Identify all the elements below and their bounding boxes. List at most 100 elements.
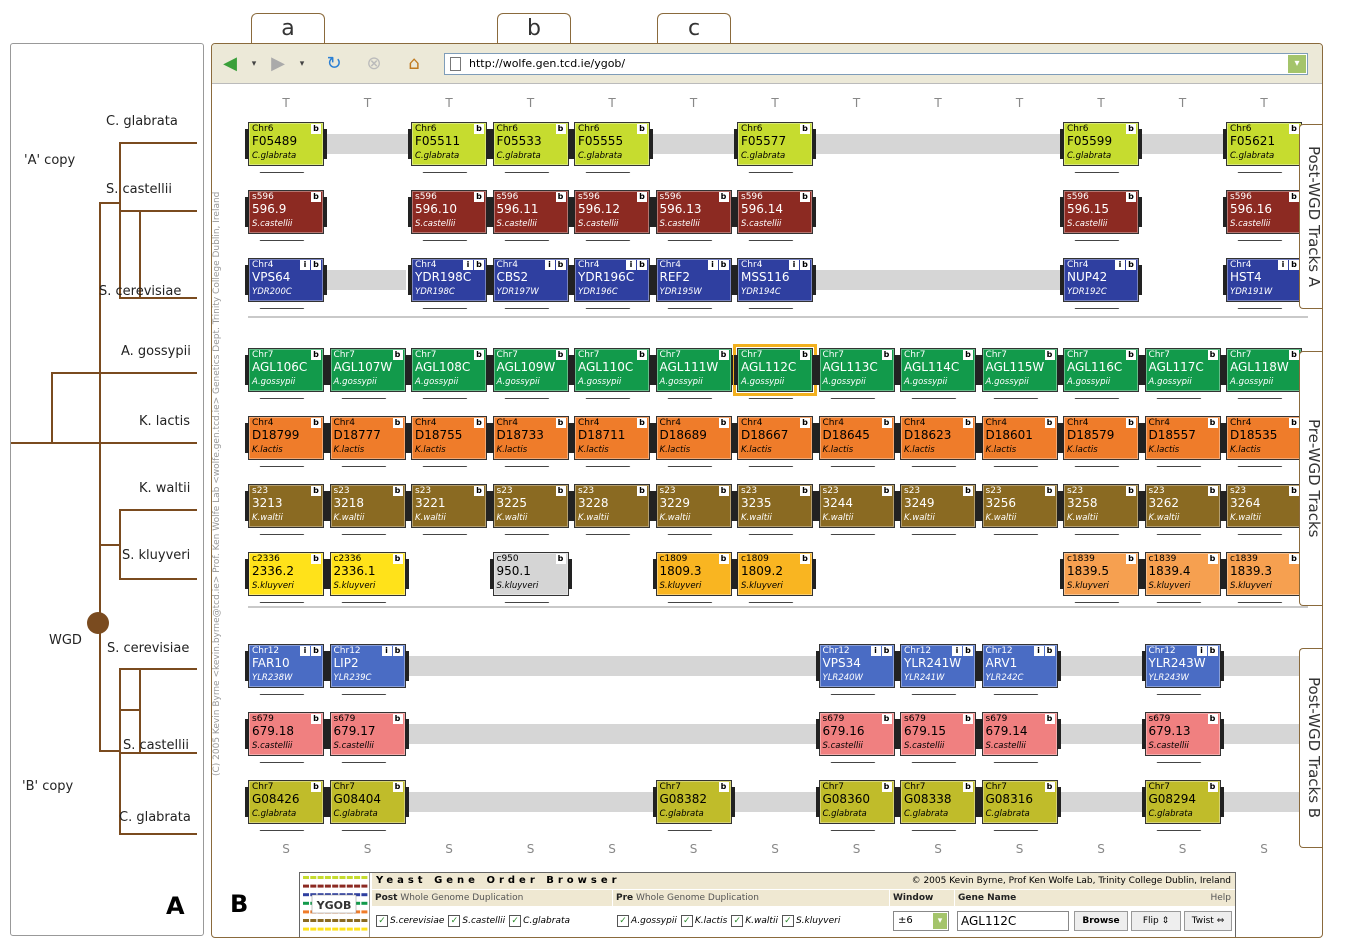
gene-b-badge[interactable]: b bbox=[1044, 646, 1055, 656]
stop-icon[interactable]: ⊗ bbox=[362, 52, 386, 76]
gene-box[interactable]: Chr6 F05533 C.glabrata b bbox=[489, 122, 572, 166]
gene-box[interactable]: c1839 1839.5 S.kluyveri b bbox=[1060, 552, 1142, 596]
address-bar[interactable]: http://wolfe.gen.tcd.ie/ygob/ ▾ bbox=[444, 53, 1308, 75]
gene-box[interactable]: s679 679.13 S.castellii b bbox=[1141, 712, 1224, 756]
gene-i-badge[interactable]: i bbox=[1033, 646, 1044, 656]
gene-box[interactable]: Chr4 D18557 K.lactis b bbox=[1141, 416, 1224, 460]
gene-b-badge[interactable]: b bbox=[311, 124, 321, 134]
gene-b-badge[interactable]: b bbox=[637, 486, 647, 496]
gene-box[interactable]: s596 596.11 S.castellii b bbox=[489, 190, 572, 234]
gene-box[interactable]: Chr7 AGL110C A.gossypii b bbox=[571, 348, 653, 392]
gene-b-badge[interactable]: b bbox=[1126, 350, 1136, 360]
gene-b-badge[interactable]: b bbox=[800, 350, 810, 360]
gene-i-badge[interactable]: i bbox=[870, 646, 881, 656]
gene-b-badge[interactable]: b bbox=[392, 714, 403, 724]
gene-b-badge[interactable]: b bbox=[474, 350, 484, 360]
gene-b-badge[interactable]: b bbox=[637, 260, 647, 270]
gene-b-badge[interactable]: b bbox=[474, 260, 484, 270]
gene-b-badge[interactable]: b bbox=[718, 350, 729, 360]
gene-box[interactable]: s23 3228 K.waltii b bbox=[571, 484, 653, 528]
gene-box[interactable]: Chr4 D18601 K.lactis b bbox=[978, 416, 1061, 460]
gene-b-badge[interactable]: b bbox=[1289, 124, 1299, 134]
gene-box[interactable]: s23 3235 K.waltii b bbox=[734, 484, 816, 528]
gene-i-badge[interactable]: i bbox=[789, 260, 799, 270]
gene-box[interactable]: s23 3264 K.waltii b bbox=[1223, 484, 1305, 528]
gene-box[interactable]: Chr4 D18579 K.lactis b bbox=[1060, 416, 1142, 460]
gene-b-badge[interactable]: b bbox=[1207, 486, 1218, 496]
gene-b-badge[interactable]: b bbox=[555, 418, 566, 428]
gene-b-badge[interactable]: b bbox=[1044, 486, 1055, 496]
gene-box[interactable]: s596 596.13 S.castellii b bbox=[652, 190, 735, 234]
gene-box[interactable]: Chr7 AGL114C A.gossypii b bbox=[897, 348, 979, 392]
gene-box[interactable]: s23 3218 K.waltii b bbox=[326, 484, 409, 528]
gene-b-badge[interactable]: b bbox=[392, 350, 403, 360]
gene-box[interactable]: s23 3221 K.waltii b bbox=[408, 484, 490, 528]
gene-b-badge[interactable]: b bbox=[1044, 782, 1055, 792]
gene-box[interactable]: Chr7 AGL109W A.gossypii b bbox=[489, 348, 572, 392]
gene-b-badge[interactable]: b bbox=[963, 350, 973, 360]
species-checkbox[interactable]: ✓ A.gossypii bbox=[613, 914, 677, 927]
gene-b-badge[interactable]: b bbox=[1126, 554, 1136, 564]
gene-box[interactable]: Chr12 VPS34 YLR240W b i bbox=[815, 644, 898, 688]
gene-b-badge[interactable]: b bbox=[1044, 418, 1055, 428]
gene-i-badge[interactable]: i bbox=[300, 646, 310, 656]
gene-box[interactable]: Chr12 ARV1 YLR242C b i bbox=[978, 644, 1061, 688]
gene-box[interactable]: Chr12 LIP2 YLR239C b i bbox=[326, 644, 409, 688]
gene-b-badge[interactable]: b bbox=[800, 260, 810, 270]
browse-button[interactable]: Browse bbox=[1074, 911, 1128, 931]
gene-b-badge[interactable]: b bbox=[1207, 714, 1218, 724]
species-checkbox[interactable]: ✓ K.lactis bbox=[677, 914, 727, 927]
gene-box[interactable]: s23 3244 K.waltii b bbox=[815, 484, 898, 528]
gene-b-badge[interactable]: b bbox=[311, 554, 321, 564]
gene-box[interactable]: Chr7 AGL106C A.gossypii b bbox=[245, 348, 327, 392]
gene-name-input[interactable]: AGL112C bbox=[957, 911, 1069, 931]
gene-box[interactable]: c2336 2336.2 S.kluyveri b bbox=[245, 552, 327, 596]
gene-box[interactable]: Chr7 AGL108C A.gossypii b bbox=[408, 348, 490, 392]
gene-box[interactable]: s23 3229 K.waltii b bbox=[652, 484, 735, 528]
gene-box[interactable]: Chr6 F05555 C.glabrata b bbox=[571, 122, 653, 166]
gene-b-badge[interactable]: b bbox=[474, 192, 484, 202]
gene-b-badge[interactable]: b bbox=[1044, 714, 1055, 724]
gene-b-badge[interactable]: b bbox=[311, 486, 321, 496]
gene-box[interactable]: Chr4 YDR198C YDR198C b i bbox=[408, 258, 490, 302]
gene-box[interactable]: s679 679.16 S.castellii b bbox=[815, 712, 898, 756]
gene-b-badge[interactable]: b bbox=[718, 782, 729, 792]
gene-box[interactable]: Chr4 D18755 K.lactis b bbox=[408, 416, 490, 460]
address-dropdown-icon[interactable]: ▾ bbox=[1288, 55, 1306, 73]
species-checkbox[interactable]: ✓ C.glabrata bbox=[505, 914, 570, 927]
gene-box[interactable]: s596 596.12 S.castellii b bbox=[571, 190, 653, 234]
gene-b-badge[interactable]: b bbox=[800, 418, 810, 428]
gene-b-badge[interactable]: b bbox=[555, 486, 566, 496]
gene-box[interactable]: c1809 1809.3 S.kluyveri b bbox=[652, 552, 735, 596]
gene-box[interactable]: s23 3249 K.waltii b bbox=[897, 484, 979, 528]
forward-menu-icon[interactable]: ▾ bbox=[290, 52, 314, 76]
back-icon[interactable]: ◀ bbox=[218, 52, 242, 76]
gene-box[interactable]: Chr4 D18667 K.lactis b bbox=[734, 416, 816, 460]
gene-b-badge[interactable]: b bbox=[881, 646, 892, 656]
gene-i-badge[interactable]: i bbox=[544, 260, 555, 270]
gene-box[interactable]: s23 3258 K.waltii b bbox=[1060, 484, 1142, 528]
gene-i-badge[interactable]: i bbox=[300, 260, 310, 270]
gene-b-badge[interactable]: b bbox=[963, 714, 973, 724]
gene-box[interactable]: c1839 1839.4 S.kluyveri b bbox=[1141, 552, 1224, 596]
gene-b-badge[interactable]: b bbox=[1289, 486, 1299, 496]
help-link[interactable]: Help bbox=[1210, 890, 1231, 906]
gene-box[interactable]: Chr7 AGL116C A.gossypii b bbox=[1060, 348, 1142, 392]
gene-b-badge[interactable]: b bbox=[311, 192, 321, 202]
gene-i-badge[interactable]: i bbox=[1196, 646, 1207, 656]
gene-b-badge[interactable]: b bbox=[800, 486, 810, 496]
gene-box[interactable]: Chr4 D18645 K.lactis b bbox=[815, 416, 898, 460]
gene-i-badge[interactable]: i bbox=[626, 260, 636, 270]
gene-box[interactable]: s679 679.18 S.castellii b bbox=[245, 712, 327, 756]
gene-b-badge[interactable]: b bbox=[963, 782, 973, 792]
gene-b-badge[interactable]: b bbox=[963, 486, 973, 496]
gene-box[interactable]: s596 596.15 S.castellii b bbox=[1060, 190, 1142, 234]
gene-box[interactable]: Chr4 MSS116 YDR194C b i bbox=[734, 258, 816, 302]
gene-box[interactable]: Chr4 HST4 YDR191W b i bbox=[1223, 258, 1305, 302]
gene-b-badge[interactable]: b bbox=[718, 486, 729, 496]
gene-b-badge[interactable]: b bbox=[637, 124, 647, 134]
gene-b-badge[interactable]: b bbox=[555, 350, 566, 360]
window-select[interactable]: ±6 ▾ bbox=[893, 911, 949, 931]
gene-b-badge[interactable]: b bbox=[718, 418, 729, 428]
gene-b-badge[interactable]: b bbox=[718, 554, 729, 564]
